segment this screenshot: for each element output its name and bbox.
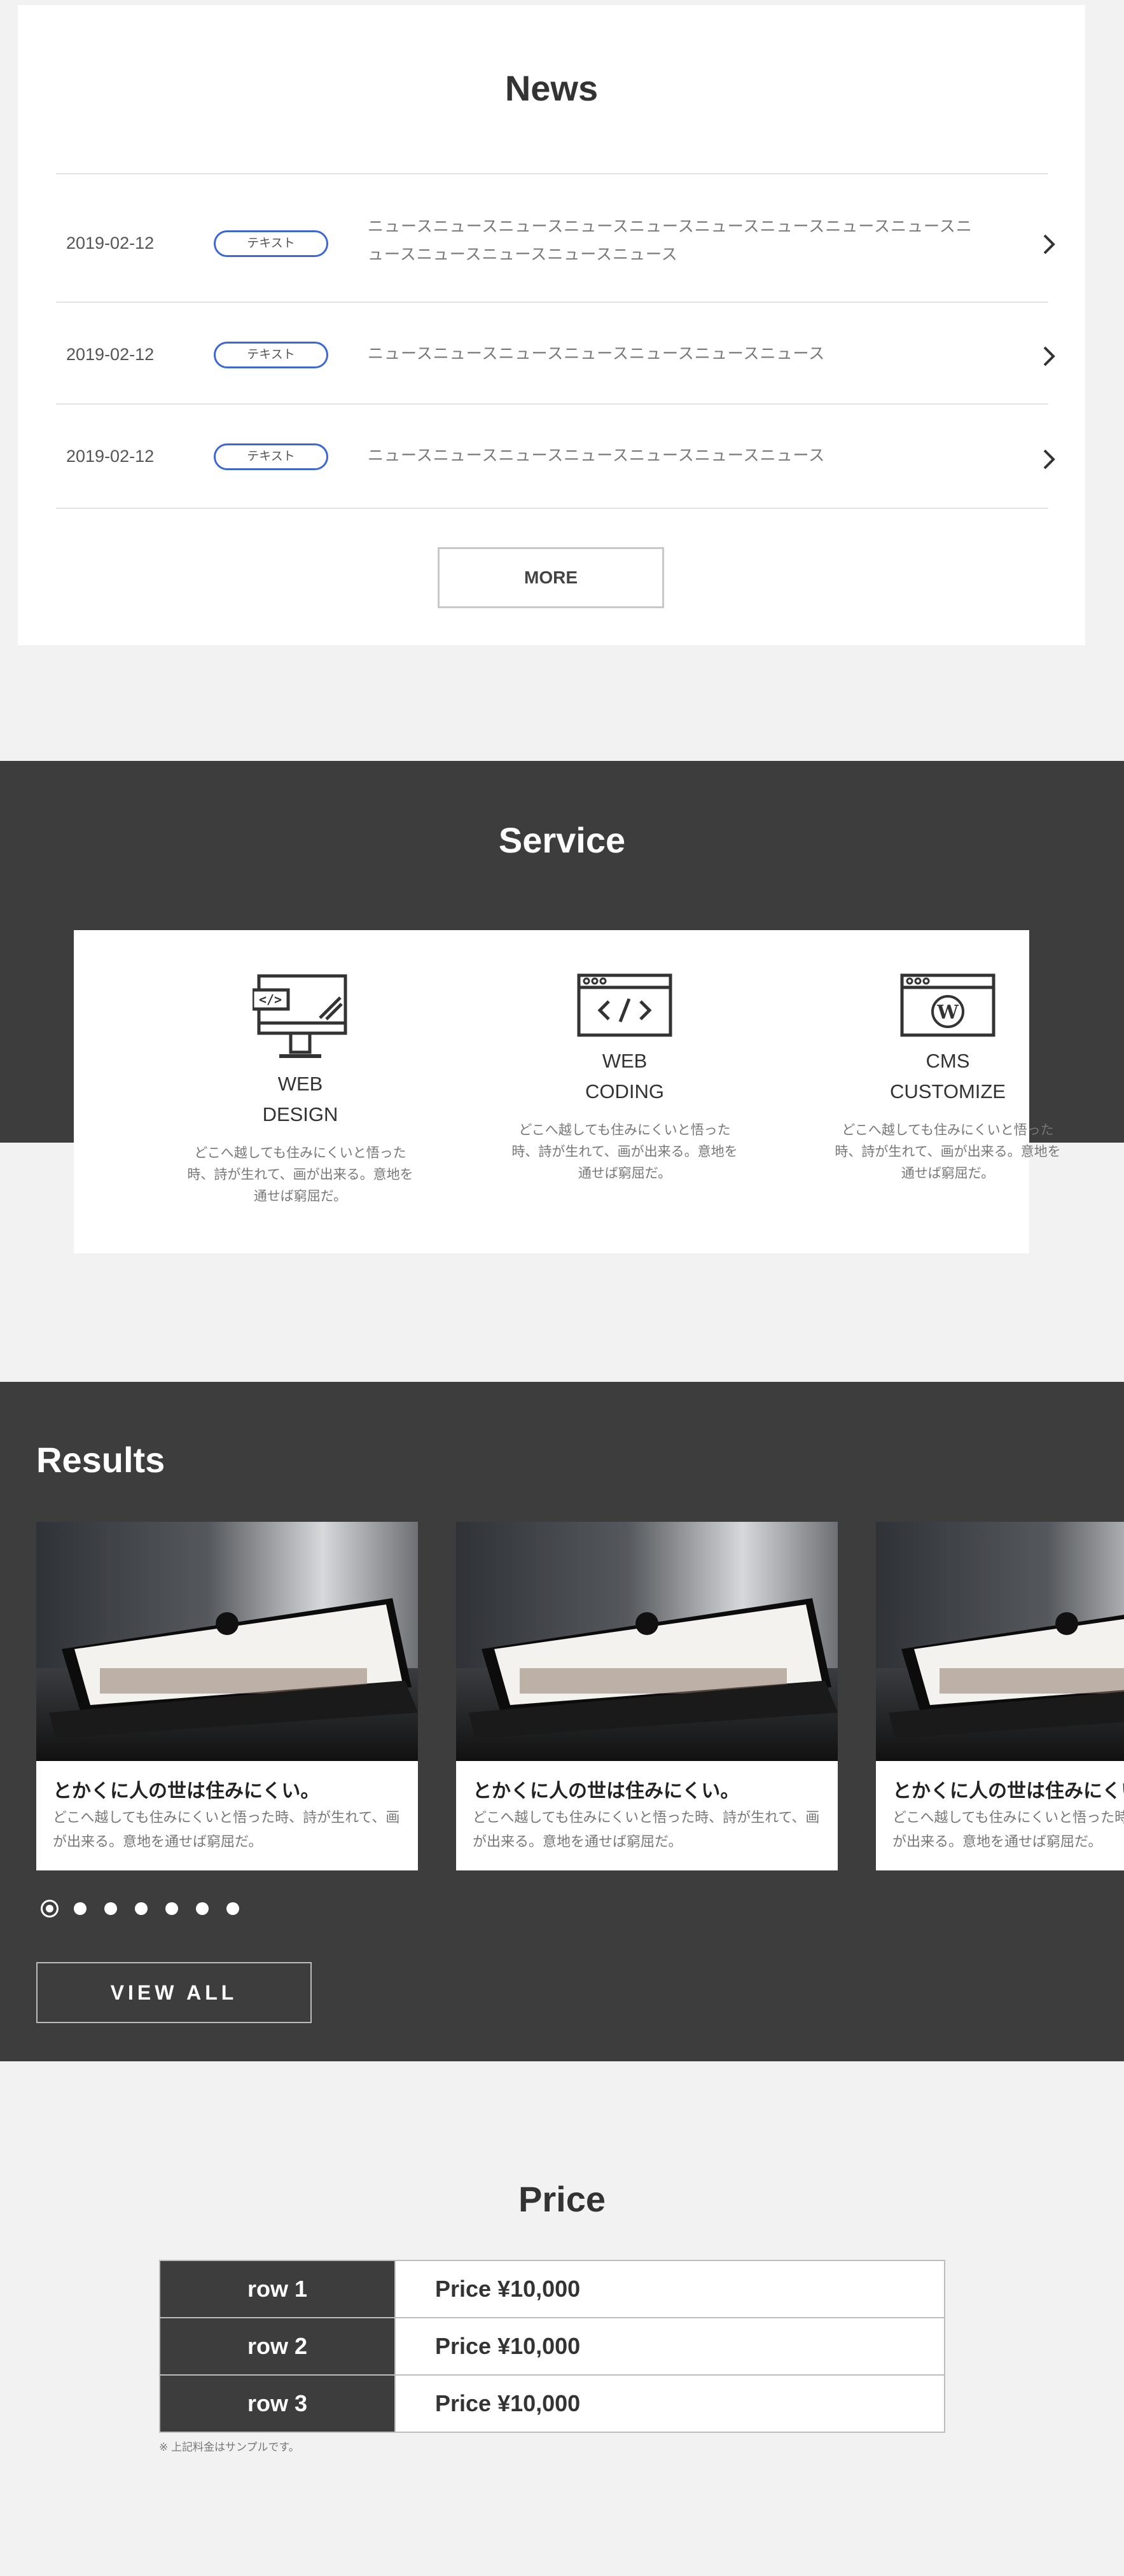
price-table: row 1 Price ¥10,000 row 2 Price ¥10,000 … (159, 2260, 945, 2433)
service-description: どこへ越しても住みにくいと悟った時、詩が生れて、画が出来る。意地を通せば窮屈だ。 (187, 1146, 413, 1204)
carousel-dot[interactable] (104, 1902, 117, 1915)
result-card[interactable]: とかくに人の世は住みにくい。 どこへ越しても住みにくいと悟った時、詩が生れて、画… (456, 1522, 838, 1870)
news-text[interactable]: ニュースニュースニュースニュースニュースニュースニュース (368, 442, 978, 470)
service-name: CMS CUSTOMIZE (890, 1050, 1006, 1103)
result-card-description: どこへ越しても住みにくいと悟った時、詩が生れて、画が出来る。意地を通せば窮屈だ。 (892, 1809, 1124, 1849)
service-description: どこへ越しても住みにくいと悟った時、詩が生れて、画が出来る。意地を通せば窮屈だ。 (835, 1123, 1061, 1181)
news-date: 2019-02-12 (66, 233, 155, 253)
monitor-design-icon: </> (253, 974, 347, 1058)
svg-text:W: W (936, 1001, 959, 1024)
price-row-value: Price ¥10,000 (394, 2374, 945, 2433)
service-item-web-design: </> WEB DESIGN どこへ越しても住みにくいと悟った時、詩が生れて、画が… (186, 973, 415, 1208)
browser-code-icon (577, 973, 672, 1037)
service-name: WEB CODING (585, 1050, 664, 1103)
table-row: row 3 Price ¥10,000 (159, 2374, 945, 2433)
news-text[interactable]: ニュースニュースニュースニュースニュースニュースニュースニュースニュースニュース… (368, 212, 978, 268)
carousel-dot[interactable] (135, 1902, 148, 1915)
price-note: ※ 上記料金はサンプルです。 (159, 2441, 300, 2453)
svg-text:</>: </> (259, 992, 282, 1007)
news-item[interactable]: 2019-02-12 テキスト ニュースニュースニュースニュースニュースニュース… (56, 173, 1055, 300)
service-item-web-coding: WEB CODING どこへ越しても住みにくいと悟った時、詩が生れて、画が出来る。… (510, 973, 739, 1185)
chevron-right-icon[interactable] (1036, 447, 1061, 472)
news-date: 2019-02-12 (66, 345, 155, 364)
chevron-right-icon[interactable] (1036, 232, 1061, 257)
view-all-button[interactable]: VIEW ALL (36, 1962, 312, 2023)
result-card-title: とかくに人の世は住みにくい。 (53, 1781, 320, 1802)
news-tag: テキスト (214, 342, 328, 368)
price-row-label: row 3 (159, 2374, 396, 2433)
news-title: News (504, 68, 599, 108)
laptop-photo (456, 1522, 838, 1761)
wordpress-browser-icon: W (900, 973, 996, 1037)
result-card-title: とかくに人の世は住みにくい。 (473, 1781, 740, 1802)
carousel-dot[interactable] (165, 1902, 178, 1915)
service-title: Service (498, 820, 626, 860)
chevron-right-icon[interactable] (1036, 344, 1061, 369)
service-name: WEB DESIGN (262, 1073, 338, 1125)
price-row-value: Price ¥10,000 (394, 2317, 945, 2376)
price-row-label: row 2 (159, 2317, 396, 2376)
carousel-dot[interactable] (196, 1902, 209, 1915)
price-row-label: row 1 (159, 2260, 396, 2318)
service-description: どこへ越しても住みにくいと悟った時、詩が生れて、画が出来る。意地を通せば窮屈だ。 (511, 1123, 738, 1181)
result-card-description: どこへ越しても住みにくいと悟った時、詩が生れて、画が出来る。意地を通せば窮屈だ。 (53, 1809, 400, 1849)
carousel-dot[interactable] (226, 1902, 239, 1915)
price-row-value: Price ¥10,000 (394, 2260, 945, 2318)
result-card-title: とかくに人の世は住みにくい。 (892, 1781, 1124, 1802)
service-item-cms-customize: W CMS CUSTOMIZE どこへ越しても住みにくいと悟った時、詩が生れて、画… (833, 973, 1062, 1185)
service-card: </> WEB DESIGN どこへ越しても住みにくいと悟った時、詩が生れて、画が… (74, 930, 1061, 1253)
price-title: Price (518, 2179, 606, 2219)
news-item[interactable]: 2019-02-12 テキスト ニュースニュースニュースニュースニュースニュース… (56, 403, 1055, 505)
news-text[interactable]: ニュースニュースニュースニュースニュースニュースニュース (368, 340, 978, 368)
result-card-description: どこへ越しても住みにくいと悟った時、詩が生れて、画が出来る。意地を通せば窮屈だ。 (473, 1809, 820, 1849)
news-item[interactable]: 2019-02-12 テキスト ニュースニュースニュースニュースニュースニュース… (56, 302, 1055, 403)
news-tag: テキスト (214, 443, 328, 470)
news-tag: テキスト (214, 230, 328, 257)
table-row: row 1 Price ¥10,000 (159, 2260, 945, 2318)
laptop-photo (36, 1522, 418, 1761)
carousel-dot[interactable] (74, 1902, 87, 1915)
table-row: row 2 Price ¥10,000 (159, 2317, 945, 2376)
result-card[interactable]: とかくに人の世は住みにくい。 どこへ越しても住みにくいと悟った時、詩が生れて、画… (876, 1522, 1124, 1870)
more-button[interactable]: MORE (438, 547, 664, 608)
carousel-dot[interactable] (41, 1900, 59, 1918)
result-card[interactable]: とかくに人の世は住みにくい。 どこへ越しても住みにくいと悟った時、詩が生れて、画… (36, 1522, 418, 1870)
news-section: News 2019-02-12 テキスト ニュースニュースニュースニュースニュー… (18, 5, 1085, 645)
laptop-photo (876, 1522, 1124, 1761)
news-divider (56, 508, 1048, 509)
results-title: Results (36, 1440, 165, 1480)
news-date: 2019-02-12 (66, 447, 155, 466)
